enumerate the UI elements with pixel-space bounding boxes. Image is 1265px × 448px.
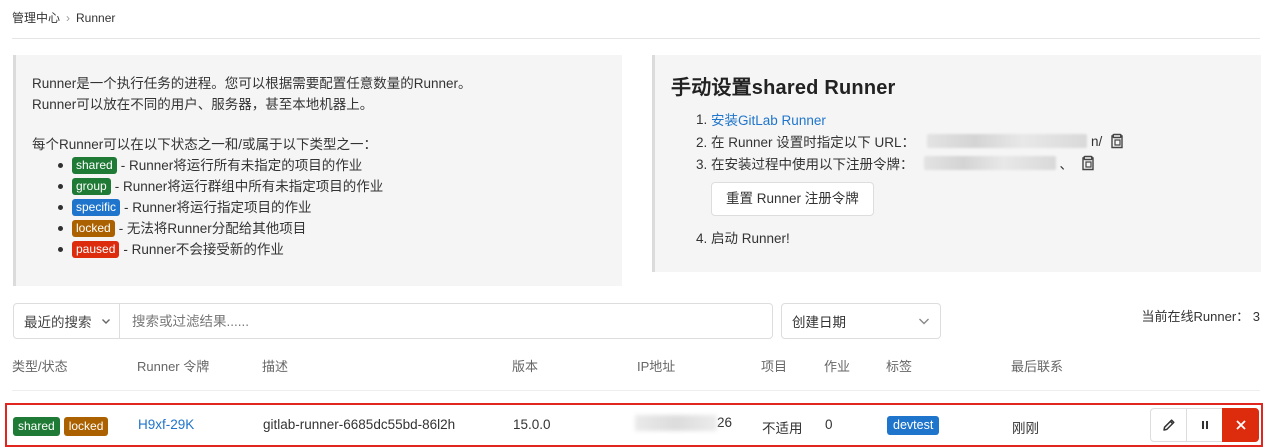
search-input[interactable]	[120, 304, 772, 338]
runner-token-link[interactable]: H9xf-29K	[138, 417, 194, 432]
setup-steps: 1. 安装GitLab Runner 2. 在 Runner 设置时指定以下 U…	[671, 108, 1261, 174]
locked-badge: locked	[72, 220, 115, 237]
header-divider	[12, 38, 1260, 39]
setup-step-4: 4. 启动 Runner!	[696, 231, 790, 246]
manual-setup-panel: 手动设置shared Runner 1. 安装GitLab Runner 2. …	[652, 55, 1261, 272]
runner-info-panel: Runner是一个执行任务的进程。您可以根据需要配置任意数量的Runner。 R…	[13, 55, 622, 286]
step-2-text: 2. 在 Runner 设置时指定以下 URL：	[696, 135, 916, 150]
setup-step-1: 1. 安装GitLab Runner	[696, 108, 1261, 130]
step-number: 1.	[696, 111, 708, 127]
chevron-right-icon: ›	[66, 10, 71, 25]
shared-badge: shared	[72, 157, 117, 174]
col-ip: IP地址	[637, 359, 676, 374]
install-runner-link[interactable]: 安装GitLab Runner	[711, 109, 826, 129]
setup-step-2: 2. 在 Runner 设置时指定以下 URL： n/	[696, 130, 1261, 152]
edit-button[interactable]	[1150, 408, 1187, 442]
recent-searches-label: 最近的搜索	[24, 315, 92, 330]
list-item: specific - Runner将运行指定项目的作业	[58, 197, 622, 218]
info-line-2: Runner可以放在不同的用户、服务器，甚至本地机器上。	[32, 97, 374, 112]
chevron-down-icon	[102, 319, 110, 324]
ip-redacted	[635, 415, 717, 432]
info-line-3: 每个Runner可以在以下状态之一和/或属于以下类型之一：	[32, 137, 378, 152]
runner-jobs: 0	[825, 417, 833, 432]
table-header: 类型/状态 Runner 令牌 描述 版本 IP地址 项目 作业 标签 最后联系	[12, 356, 1262, 376]
list-item: shared - Runner将运行所有未指定的项目的作业	[58, 155, 622, 176]
type-desc: - Runner将运行所有未指定的项目的作业	[120, 158, 363, 173]
breadcrumb-current: Runner	[76, 10, 116, 25]
runner-description: gitlab-runner-6685dc55bd-86l2h	[263, 417, 456, 432]
col-jobs: 作业	[824, 359, 851, 374]
runner-projects: 不适用	[762, 421, 803, 436]
list-item: locked - 无法将Runner分配给其他项目	[58, 218, 622, 239]
runner-last-contact: 刚刚	[1012, 421, 1039, 436]
col-token: Runner 令牌	[137, 359, 210, 374]
ip-tail: 26	[717, 415, 733, 430]
breadcrumb-admin[interactable]: 管理中心	[12, 9, 60, 26]
shared-badge: shared	[13, 417, 60, 436]
col-version: 版本	[512, 359, 539, 374]
col-description: 描述	[262, 359, 289, 374]
url-tail: n/	[1091, 133, 1103, 149]
col-tags: 标签	[886, 359, 913, 374]
type-desc: - 无法将Runner分配给其他项目	[118, 221, 307, 236]
pencil-icon	[1162, 419, 1175, 431]
group-badge: group	[72, 178, 111, 195]
locked-badge: locked	[63, 417, 109, 436]
col-type-status: 类型/状态	[12, 359, 68, 374]
table-row: shared locked H9xf-29K gitlab-runner-668…	[5, 403, 1263, 447]
pause-icon	[1201, 421, 1208, 429]
runner-type-list: shared - Runner将运行所有未指定的项目的作业 group - Runn…	[32, 155, 622, 260]
setup-steps-cont: 4. 启动 Runner!	[671, 226, 1261, 248]
copy-icon[interactable]	[1081, 155, 1095, 171]
col-projects: 项目	[761, 359, 788, 374]
sort-dropdown[interactable]: 创建日期	[781, 303, 941, 339]
reset-token-button[interactable]: 重置 Runner 注册令牌	[711, 182, 874, 216]
runner-ip: 26	[635, 415, 733, 432]
pause-button[interactable]	[1186, 408, 1223, 442]
setup-title: 手动设置shared Runner	[671, 77, 896, 99]
runner-tag: devtest	[887, 416, 940, 435]
close-icon	[1235, 420, 1246, 430]
delete-button[interactable]	[1222, 408, 1259, 442]
row-actions	[1150, 408, 1259, 442]
copy-icon[interactable]	[1110, 133, 1124, 149]
runner-version: 15.0.0	[513, 417, 551, 432]
type-desc: - Runner将运行群组中所有未指定项目的作业	[114, 179, 384, 194]
specific-badge: specific	[72, 199, 121, 216]
col-last-contact: 最后联系	[1011, 359, 1064, 374]
list-item: group - Runner将运行群组中所有未指定项目的作业	[58, 176, 622, 197]
sort-label: 创建日期	[792, 315, 846, 330]
recent-searches-dropdown[interactable]: 最近的搜索	[14, 304, 120, 338]
token-tail: 、	[1059, 157, 1074, 172]
type-desc: - Runner将运行指定项目的作业	[124, 200, 312, 215]
type-desc: - Runner不会接受新的作业	[123, 242, 284, 257]
online-runner-count: 当前在线Runner： 3	[1141, 309, 1260, 324]
setup-step-3: 3. 在安装过程中使用以下注册令牌： 、	[696, 152, 1261, 174]
paused-badge: paused	[72, 241, 120, 258]
registration-token-value	[923, 156, 1056, 170]
chevron-down-icon	[919, 318, 929, 325]
runner-status-badges: shared locked	[13, 417, 109, 436]
breadcrumb: 管理中心 › Runner	[12, 9, 115, 26]
header-divider	[12, 390, 1260, 391]
filter-bar: 最近的搜索	[13, 303, 773, 339]
step-3-text: 3. 在安装过程中使用以下注册令牌：	[696, 157, 914, 172]
url-value	[927, 134, 1088, 148]
info-line-1: Runner是一个执行任务的进程。您可以根据需要配置任意数量的Runner。	[32, 76, 472, 91]
list-item: paused - Runner不会接受新的作业	[58, 239, 622, 260]
